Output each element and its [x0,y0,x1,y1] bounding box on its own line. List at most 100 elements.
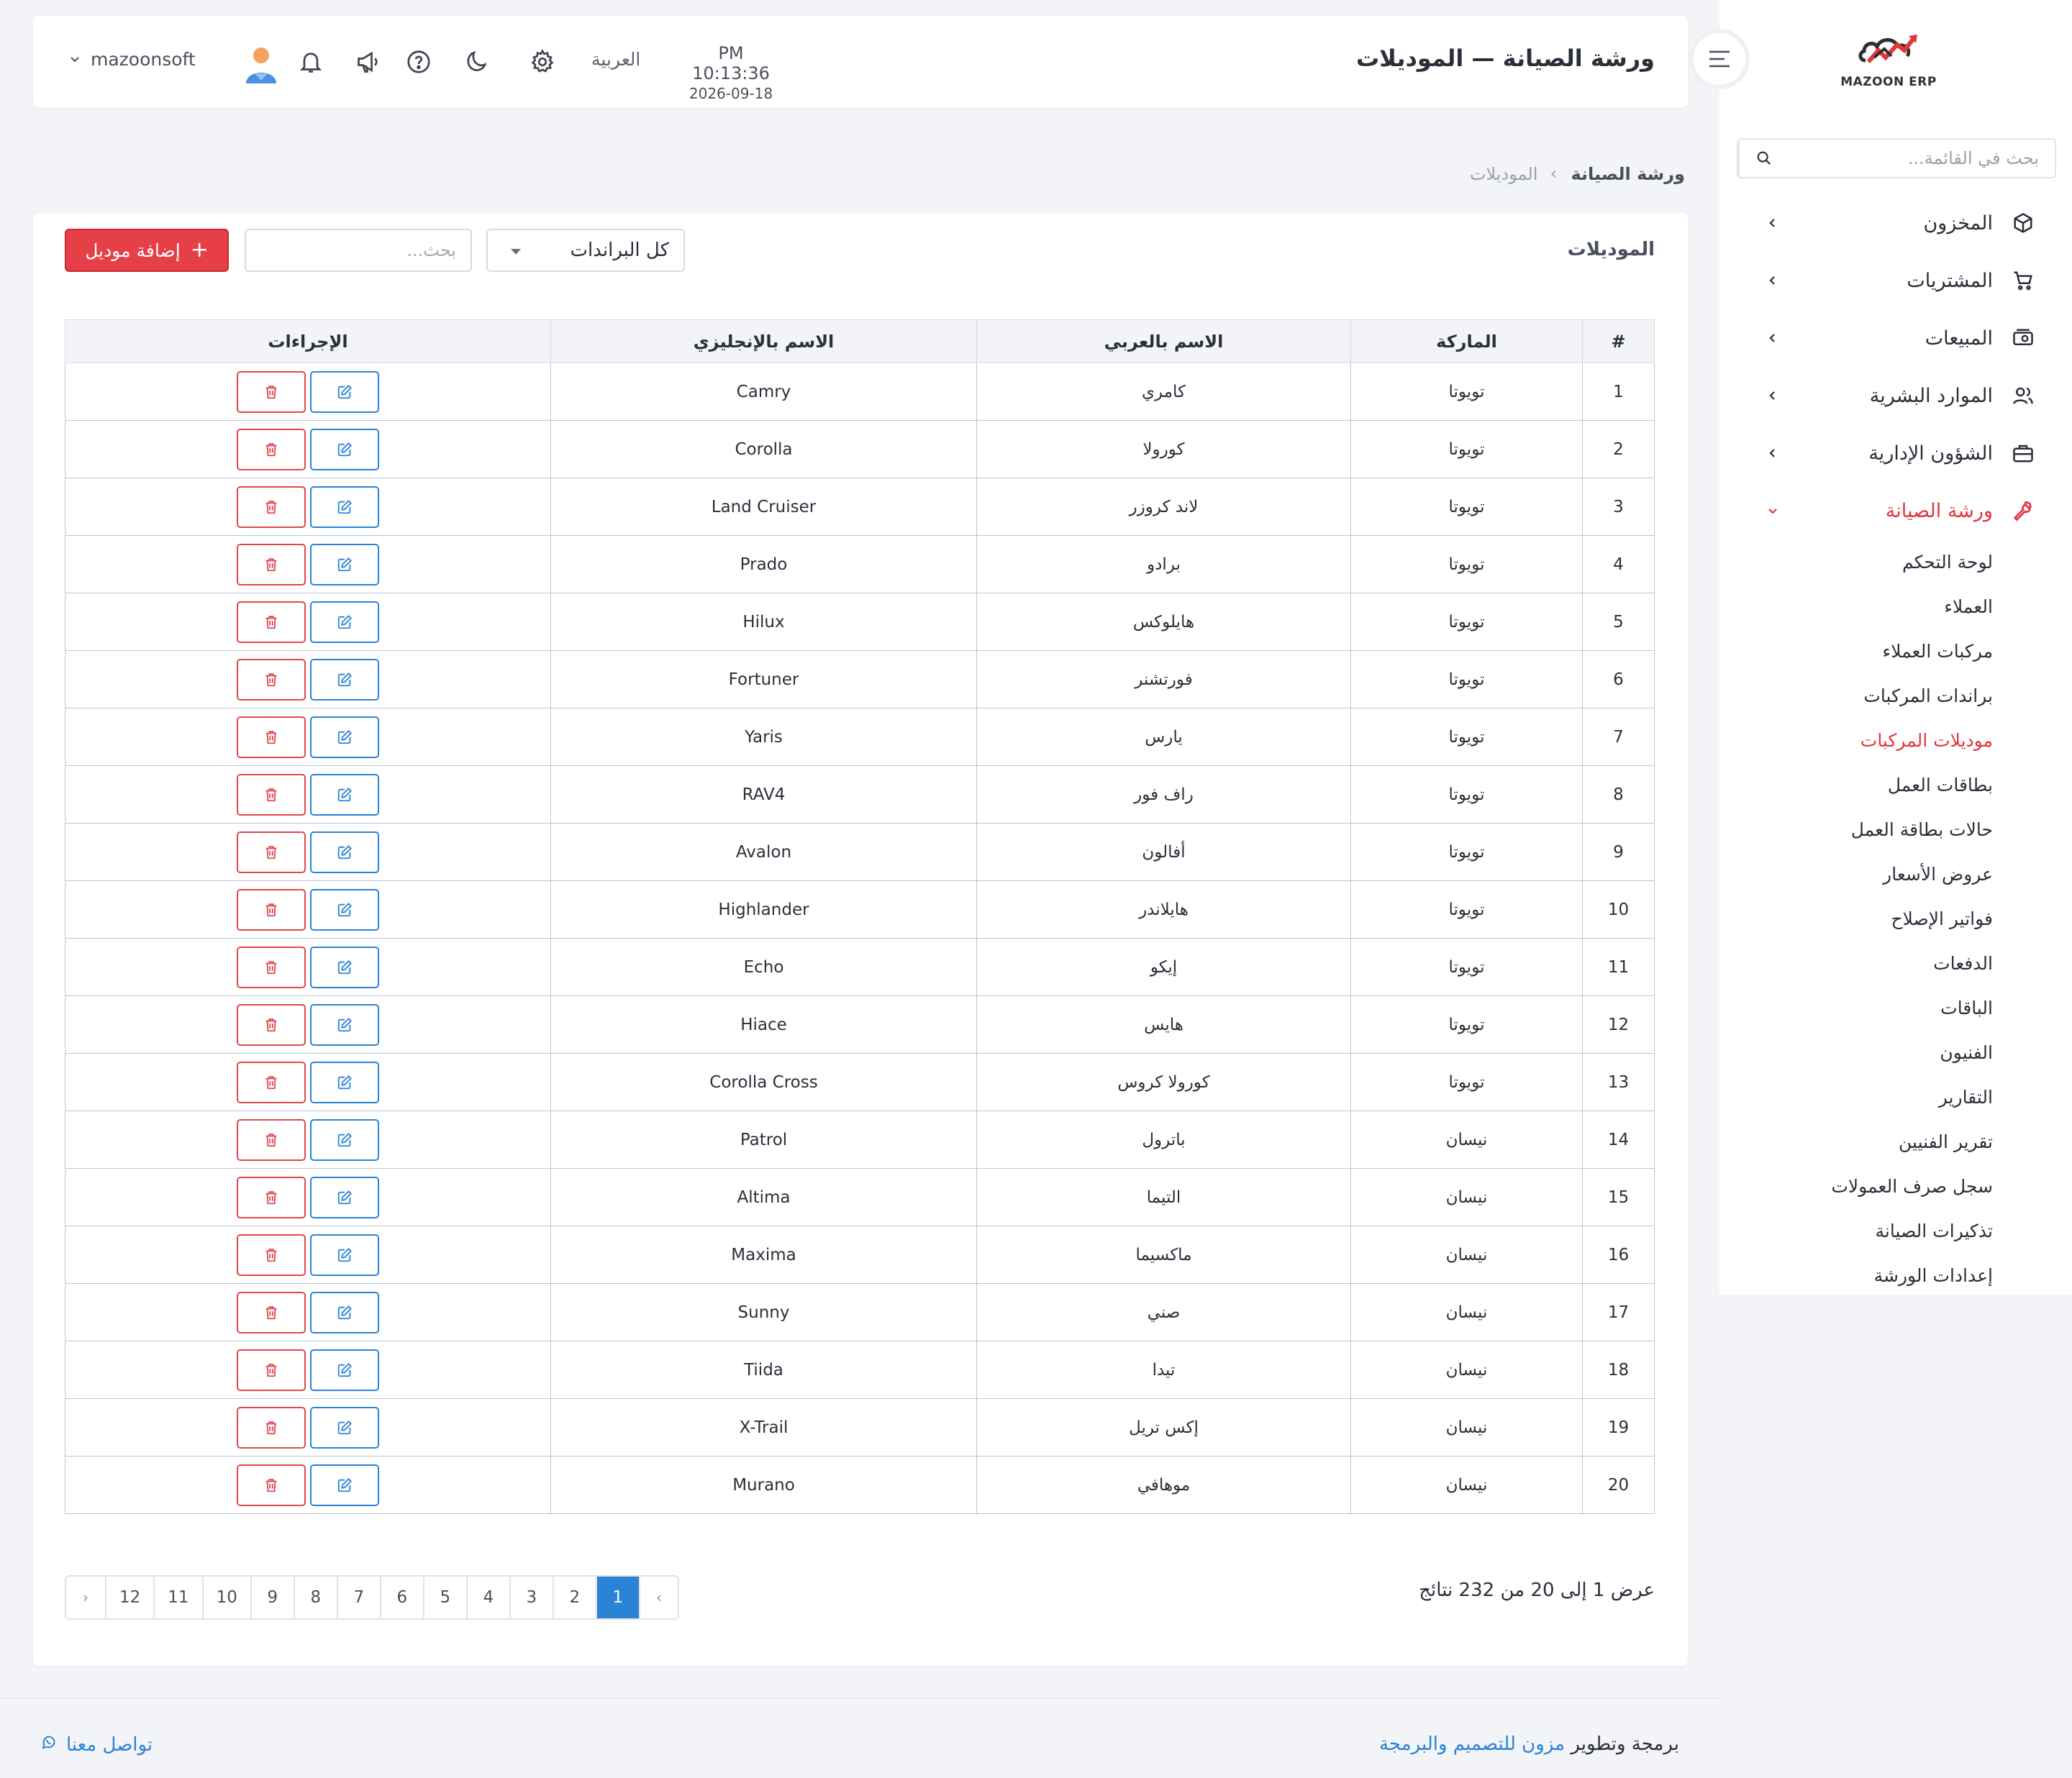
breadcrumb-root[interactable]: ورشة الصيانة [1571,164,1685,184]
sidebar-item-sales[interactable]: المبيعات [1719,309,2072,367]
chevron-down-icon[interactable] [69,53,81,68]
delete-button[interactable] [237,1406,306,1449]
sidebar-search-input[interactable] [1789,140,2055,177]
contact-us-link[interactable]: تواصل معنا [40,1733,153,1756]
pagination-page[interactable]: 3 [509,1577,553,1618]
edit-button[interactable] [310,1234,379,1276]
sidebar-subitem-workshop-settings[interactable]: إعدادات الورشة [1719,1253,1993,1298]
delete-button[interactable] [237,370,306,413]
edit-button[interactable] [310,370,379,413]
edit-button[interactable] [310,1003,379,1046]
username[interactable]: mazoonsoft [91,49,196,70]
edit-button[interactable] [310,1406,379,1449]
gear-icon[interactable] [528,47,557,76]
pagination-page[interactable]: 6 [379,1577,423,1618]
row-actions [65,1349,550,1391]
edit-button[interactable] [310,1061,379,1103]
delete-button[interactable] [237,658,306,701]
pagination-page[interactable]: 2 [552,1577,596,1618]
sidebar-subitem-customer-vehicles[interactable]: مركبات العملاء [1719,629,1993,673]
sidebar-item-hr[interactable]: الموارد البشرية [1719,367,2072,424]
add-model-button[interactable]: + إضافة موديل [65,229,229,272]
bell-icon[interactable] [296,47,325,76]
delete-button[interactable] [237,888,306,931]
search-box[interactable] [245,229,472,272]
footer-brand-link[interactable]: مزون للتصميم والبرمجة [1379,1733,1565,1755]
sidebar-subitem-customers[interactable]: العملاء [1719,584,1993,629]
delete-button[interactable] [237,946,306,988]
delete-button[interactable] [237,1464,306,1506]
moon-icon[interactable] [462,47,491,76]
logo[interactable]: MAZOON ERP [1835,29,1942,101]
pagination-page[interactable]: 7 [336,1577,380,1618]
help-icon[interactable] [404,47,433,76]
edit-button[interactable] [310,1464,379,1506]
pagination-page[interactable]: 12 [105,1577,154,1618]
delete-button[interactable] [237,1291,306,1334]
sidebar-subitem-vehicle-brands[interactable]: براندات المركبات [1719,673,1993,718]
edit-button[interactable] [310,773,379,816]
sidebar-subitem-technicians-report[interactable]: تقرير الفنيين [1719,1119,1993,1164]
brand-filter-select[interactable]: كل البراندات [486,229,685,272]
edit-button[interactable] [310,1291,379,1334]
delete-button[interactable] [237,601,306,643]
avatar[interactable] [243,45,279,83]
delete-button[interactable] [237,428,306,470]
delete-button[interactable] [237,831,306,873]
sidebar-subitem-commission-log[interactable]: سجل صرف العمولات [1719,1164,1993,1208]
delete-button[interactable] [237,1061,306,1103]
sidebar-subitem-payments[interactable]: الدفعات [1719,941,1993,985]
edit-button[interactable] [310,1349,379,1391]
pagination-page[interactable]: 8 [293,1577,337,1618]
sidebar-subitem-reports[interactable]: التقارير [1719,1075,1993,1119]
megaphone-icon[interactable] [354,47,383,76]
sidebar-search[interactable] [1737,138,2056,178]
edit-button[interactable] [310,601,379,643]
delete-button[interactable] [237,1234,306,1276]
pagination-next[interactable]: › [66,1577,105,1618]
search-icon[interactable] [1738,140,1789,177]
sidebar-item-purchases[interactable]: المشتريات [1719,252,2072,309]
row-actions [65,946,550,988]
sidebar-subitem-dashboard[interactable]: لوحة التحكم [1719,539,1993,584]
sidebar-item-inventory[interactable]: المخزون [1719,194,2072,252]
language-switch[interactable]: العربية [591,49,640,70]
sidebar-subitem-repair-invoices[interactable]: فواتير الإصلاح [1719,896,1993,941]
pagination-page[interactable]: 11 [153,1577,202,1618]
edit-button[interactable] [310,946,379,988]
pagination-page[interactable]: 10 [201,1577,250,1618]
edit-button[interactable] [310,716,379,758]
edit-button[interactable] [310,1118,379,1161]
sidebar-subitem-quotations[interactable]: عروض الأسعار [1719,852,1993,896]
pagination-page-current[interactable]: 1 [595,1577,639,1618]
pagination-page[interactable]: 5 [422,1577,466,1618]
delete-button[interactable] [237,773,306,816]
sidebar-item-workshop[interactable]: ورشة الصيانة [1719,482,2072,539]
pagination-page[interactable]: 9 [250,1577,294,1618]
edit-button[interactable] [310,831,379,873]
sidebar-item-admin[interactable]: الشؤون الإدارية [1719,424,2072,482]
sidebar-subitem-job-card-statuses[interactable]: حالات بطاقة العمل [1719,807,1993,852]
sidebar-toggle-button[interactable] [1689,29,1750,89]
sidebar-subitem-technicians[interactable]: الفنيون [1719,1030,1993,1075]
edit-button[interactable] [310,428,379,470]
sidebar-subitem-maintenance-reminders[interactable]: تذكيرات الصيانة [1719,1208,1993,1253]
edit-button[interactable] [310,485,379,528]
pagination-prev[interactable]: ‹ [638,1577,678,1618]
search-input[interactable] [246,230,471,270]
edit-button[interactable] [310,1176,379,1218]
delete-button[interactable] [237,1003,306,1046]
delete-button[interactable] [237,543,306,585]
sidebar-subitem-packages[interactable]: الباقات [1719,985,1993,1030]
pagination-page[interactable]: 4 [465,1577,509,1618]
sidebar-subitem-job-cards[interactable]: بطاقات العمل [1719,762,1993,807]
edit-button[interactable] [310,658,379,701]
delete-button[interactable] [237,1118,306,1161]
delete-button[interactable] [237,1349,306,1391]
edit-button[interactable] [310,888,379,931]
delete-button[interactable] [237,485,306,528]
sidebar-subitem-vehicle-models[interactable]: موديلات المركبات [1719,718,1993,762]
delete-button[interactable] [237,1176,306,1218]
delete-button[interactable] [237,716,306,758]
edit-button[interactable] [310,543,379,585]
